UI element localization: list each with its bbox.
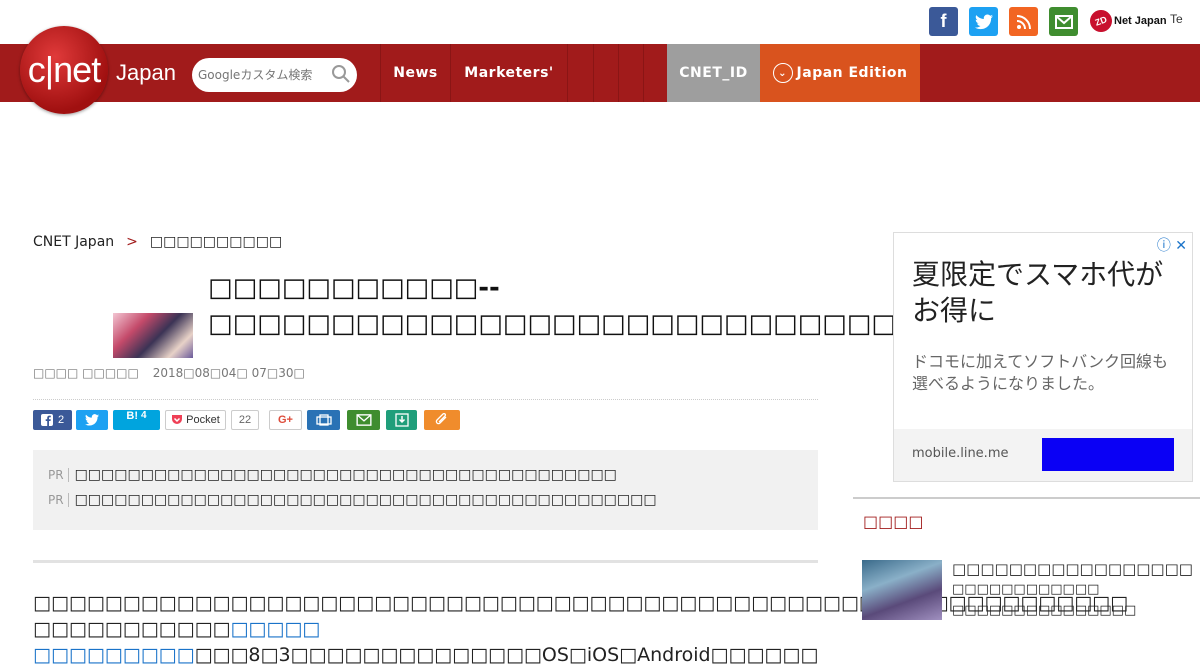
sidebar-item-title[interactable]: □□□□□□□□□□□□□□□□□ <box>952 560 1193 578</box>
facebook-icon <box>40 414 53 426</box>
mail-icon <box>355 414 372 426</box>
nav-item-3[interactable] <box>567 44 593 102</box>
techrepublic-logo[interactable]: Te <box>1170 12 1183 26</box>
download-icon <box>394 413 409 427</box>
search-box[interactable] <box>192 58 357 92</box>
facebook-share-count: 2 <box>57 414 65 426</box>
pr-link[interactable]: PR □□□□□□□□□□□□□□□□□□□□□□□□□□□□□□□□□□□□□□… <box>48 492 657 508</box>
article-thumbnail <box>113 313 193 358</box>
breadcrumb-home[interactable]: CNET Japan <box>33 234 114 250</box>
pr-box: PR □□□□□□□□□□□□□□□□□□□□□□□□□□□□□□□□□□□□□□… <box>33 450 818 530</box>
twitter-icon[interactable] <box>969 7 998 36</box>
ad-close-icon[interactable]: ⓘ ✕ <box>1157 235 1187 255</box>
rss-icon[interactable] <box>1009 7 1038 36</box>
twitter-share-button[interactable] <box>76 410 108 430</box>
article-author[interactable]: □□□□ □□□□□ <box>33 366 139 380</box>
ad-headline[interactable]: 夏限定でスマホ代がお得に <box>912 257 1172 329</box>
sidebar-divider <box>853 497 1200 499</box>
ad-description[interactable]: ドコモに加えてソフトバンク回線も選べるようになりました。 <box>912 351 1182 395</box>
mail-icon[interactable] <box>1049 7 1078 36</box>
pr-tag: PR <box>48 493 69 507</box>
breadcrumb-current[interactable]: □□□□□□□□□□ <box>150 234 282 250</box>
print-button[interactable] <box>307 410 340 430</box>
search-icon[interactable] <box>331 64 351 84</box>
nav-item-4[interactable] <box>593 44 618 102</box>
divider <box>33 560 818 563</box>
body-paragraph: □□□□□□□□□□□□□□□□□□□□□□□□□□□□□□□□□□□□□□□□… <box>33 592 1129 614</box>
article-meta: □□□□ □□□□□ 2018□08□04□ 07□30□ <box>33 366 315 380</box>
edition-label: Japan Edition <box>796 65 908 81</box>
advertisement[interactable]: ⓘ ✕ 夏限定でスマホ代がお得に ドコモに加えてソフトバンク回線も選べるようにな… <box>893 232 1193 482</box>
google-plus-button[interactable]: G+ <box>269 410 302 430</box>
ad-cta-button[interactable] <box>1042 438 1174 471</box>
nav-item-5[interactable] <box>618 44 643 102</box>
cnet-logo[interactable]: c|net <box>20 26 108 114</box>
sidebar-title: □□□□ <box>863 512 924 531</box>
nav-marketers[interactable]: Marketers' <box>450 44 567 102</box>
pocket-count: 22 <box>231 410 259 430</box>
email-share-button[interactable] <box>347 410 380 430</box>
pocket-button[interactable]: Pocket <box>165 410 226 430</box>
pr-tag: PR <box>48 468 69 482</box>
sidebar-item-thumbnail[interactable] <box>862 560 942 620</box>
hatena-count: 4 <box>141 410 147 421</box>
breadcrumb-separator: > <box>126 234 138 250</box>
breadcrumb: CNET Japan > □□□□□□□□□□ <box>33 234 282 250</box>
pocket-label: Pocket <box>186 414 220 426</box>
clip-button[interactable] <box>424 410 460 430</box>
article-date: 2018□08□04□ 07□30□ <box>152 366 305 380</box>
cnet-logo-japan: Japan <box>116 60 176 85</box>
pocket-icon <box>172 415 183 424</box>
nav-news[interactable]: News <box>380 44 450 102</box>
cnet-id-button[interactable]: CNET_ID <box>667 44 760 102</box>
ad-footer: mobile.line.me <box>894 429 1192 481</box>
facebook-icon[interactable]: f <box>929 7 958 36</box>
hatena-icon: B! <box>126 410 139 422</box>
article-body: □□□□□□□□□□□□□□□□□□□□□□□□□□□□□□□□□□□□□□□□… <box>33 590 1129 668</box>
search-input[interactable] <box>192 58 322 92</box>
pr-link[interactable]: PR □□□□□□□□□□□□□□□□□□□□□□□□□□□□□□□□□□□□□□… <box>48 467 617 483</box>
save-button[interactable] <box>386 410 417 430</box>
hatena-bookmark-button[interactable]: B! 4 <box>113 410 160 430</box>
twitter-icon <box>85 414 99 426</box>
facebook-share-button[interactable]: 2 <box>33 410 72 430</box>
sidebar-item-text: □□□□□□□□□□□□ <box>952 582 1100 597</box>
print-icon <box>315 414 332 426</box>
pr-text[interactable]: □□□□□□□□□□□□□□□□□□□□□□□□□□□□□□□□□□□□□□□□… <box>75 467 617 483</box>
chevron-down-icon: ⌄ <box>772 63 793 83</box>
body-paragraph: □□□□□□□□□□□□□□□□ □□□□□□□□□□□□8□3□□□□□□□□… <box>33 618 819 666</box>
zdnet-logo[interactable]: ZD Net Japan <box>1086 6 1167 36</box>
article-title: □□□□□□□□□□□--□□□□□□□□□□□□□□□□□□□□□□□□□□□… <box>208 273 1044 339</box>
pr-text[interactable]: □□□□□□□□□□□□□□□□□□□□□□□□□□□□□□□□□□□□□□□□… <box>75 492 657 508</box>
top-bar: f ZD Net Japan Te <box>0 0 1200 44</box>
divider <box>33 399 818 400</box>
nav-item-6[interactable] <box>643 44 667 102</box>
ad-url[interactable]: mobile.line.me <box>912 446 1008 461</box>
edition-selector[interactable]: ⌄ Japan Edition <box>760 44 920 102</box>
paperclip-icon <box>435 413 447 425</box>
sidebar-item-text: □□□□□□□□□□□□□□□ <box>952 603 1137 618</box>
